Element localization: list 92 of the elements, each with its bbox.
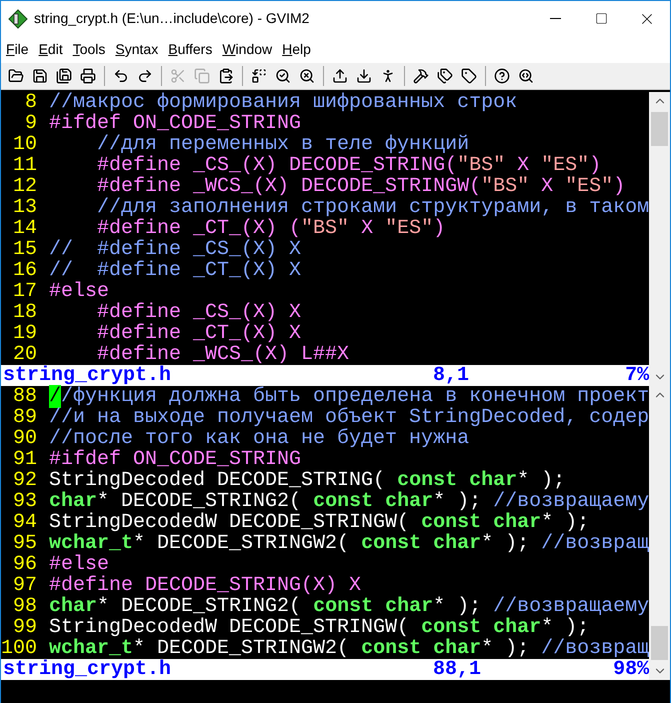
line-number: 19 [12, 323, 38, 344]
file-name: string_crypt.h [2, 659, 172, 680]
menu-item[interactable]: File [2, 39, 33, 60]
line-number: 90 [12, 428, 38, 449]
code-line: char* DECODE_STRING2( const char* ); //возвращаему [49, 491, 650, 512]
menu-item[interactable]: Help [278, 39, 315, 60]
replace-icon [251, 68, 267, 84]
cursor-position: 88,1 [433, 659, 482, 680]
cursor-position: 8,1 [433, 365, 470, 386]
code-line: StringDecodedW DECODE_STRINGW( const char* ); [49, 512, 590, 533]
code-line: #define _CT_(X) ("BS" X "ES") [96, 218, 446, 239]
code-line: #else [49, 554, 110, 575]
save-icon [32, 68, 48, 84]
line-number: 89 [12, 407, 38, 428]
code-line: wchar_t* DECODE_STRINGW2( const char* ); //возвращ [49, 638, 650, 659]
code-line: #define _WCS_(X) L##X [97, 344, 350, 365]
code-line: #define _WCS_(X) DECODE_STRINGW("BS" X "ES") [96, 176, 626, 197]
line-number: 16 [12, 260, 38, 281]
printer-icon [80, 68, 96, 84]
search-icon [518, 68, 534, 84]
paste-icon [218, 68, 234, 84]
line-number: 92 [12, 470, 38, 491]
code-line: //макрос формирования шифрованных строк [49, 92, 518, 113]
copy-icon [194, 68, 210, 84]
line-number: 100 [1, 638, 38, 659]
code-line: #define DECODE_STRING(X) X [49, 575, 362, 596]
code-line: #ifdef ON_CODE_STRING [49, 449, 302, 470]
line-number: 98 [12, 596, 38, 617]
code-line: #else [49, 281, 110, 302]
code-line: #define _CS_(X) X [96, 302, 302, 323]
scrollbar[interactable] [649, 386, 670, 680]
code-line: char* DECODE_STRING2( const char* ); //возвращаему [49, 596, 650, 617]
code-line: StringDecoded DECODE_STRING( const char* ); [49, 470, 566, 491]
code-line: // #define _CS_(X) X [49, 239, 302, 260]
line-number: 99 [12, 617, 38, 638]
tags-icon [437, 68, 453, 84]
line-number: 9 [24, 113, 38, 134]
scrollbar-thumb[interactable] [651, 626, 668, 660]
find-previous-icon [299, 68, 315, 84]
line-number: 14 [12, 218, 38, 239]
code-line: wchar_t* DECODE_STRINGW2( const char* ); //возвращ [49, 533, 650, 554]
menu-item[interactable]: Syntax [111, 39, 162, 60]
tag-icon [461, 68, 477, 84]
menu-item[interactable]: Tools [68, 39, 110, 60]
line-number: 88 [12, 386, 38, 407]
code-line: //для заполнения строками структурами, в таком [96, 197, 650, 218]
window-title: string_crypt.h (E:\un…include\core) - GVIM2 [34, 9, 310, 28]
code-line: StringDecodedW DECODE_STRINGW( const char* ); [49, 617, 590, 638]
menu-item[interactable]: Edit [34, 39, 67, 60]
line-number: 93 [12, 491, 38, 512]
line-number: 11 [12, 155, 38, 176]
save-all-icon [56, 68, 72, 84]
code-line: // #define _CT_(X) X [49, 260, 302, 281]
download-icon [356, 68, 372, 84]
redo-icon [137, 68, 153, 84]
upload-icon [332, 68, 348, 84]
line-number: 20 [12, 344, 37, 365]
minimize-icon [550, 18, 560, 19]
menu-item[interactable]: Buffers [164, 39, 216, 60]
code-line: //функция должна быть определена в конечном проект [49, 386, 650, 407]
file-name: string_crypt.h [2, 365, 172, 386]
find-next-icon [275, 68, 291, 84]
hammer-icon [413, 68, 429, 84]
line-number: 94 [12, 512, 38, 533]
maximize-icon [594, 12, 608, 25]
line-number: 15 [12, 239, 38, 260]
scrollbar[interactable] [649, 92, 670, 386]
code-line: //для переменных в теле функций [96, 134, 470, 155]
code-line: #ifdef ON_CODE_STRING [49, 113, 302, 134]
line-number: 8 [24, 92, 38, 113]
app-icon [8, 8, 28, 28]
help-icon [494, 68, 510, 84]
line-number: 95 [12, 533, 38, 554]
line-number: 13 [12, 197, 38, 218]
line-number: 96 [12, 554, 38, 575]
scissors-icon [170, 68, 186, 84]
code-line: //и на выходе получаем объект StringDecoded, содер [49, 407, 650, 428]
line-number: 10 [12, 134, 38, 155]
code-line: #define _CT_(X) X [96, 323, 302, 344]
code-line: #define _CS_(X) DECODE_STRING("BS" X "ES") [96, 155, 602, 176]
code-line: //после того как она не будет нужна [49, 428, 470, 449]
scrollbar-thumb[interactable] [651, 112, 668, 146]
folder-icon [8, 68, 24, 84]
undo-icon [113, 68, 129, 84]
line-number: 17 [12, 281, 38, 302]
menu-item[interactable]: Window [218, 39, 276, 60]
line-number: 18 [12, 302, 38, 323]
line-number: 91 [12, 449, 38, 470]
line-number: 12 [12, 176, 38, 197]
scroll-percent: 7% [625, 365, 650, 386]
line-number: 97 [12, 575, 38, 596]
scroll-percent: 98% [613, 659, 650, 680]
